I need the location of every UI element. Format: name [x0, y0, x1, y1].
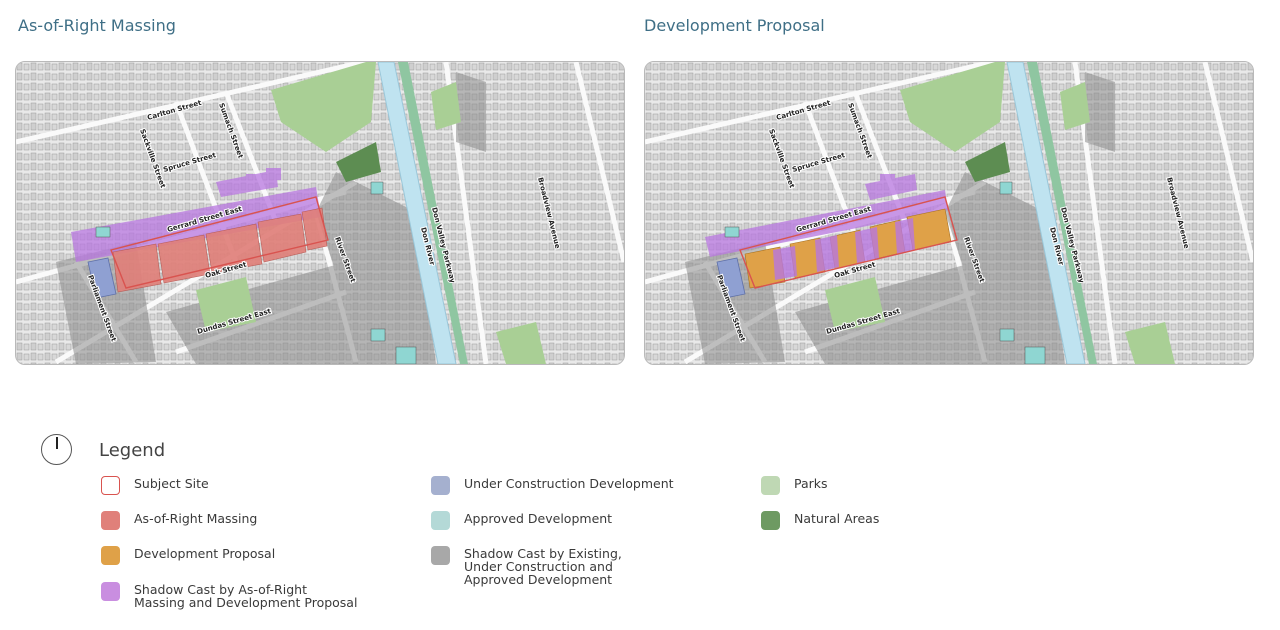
- legend-item-under-construction: Under Construction Development: [431, 476, 674, 495]
- north-arrow-icon: [41, 434, 72, 465]
- as-of-right-swatch-icon: [101, 511, 120, 530]
- panel-title-as-of-right: As-of-Right Massing: [18, 16, 176, 35]
- legend-item-natural-areas: Natural Areas: [761, 511, 879, 530]
- natural-areas-swatch-icon: [761, 511, 780, 530]
- legend-item-subject-site: Subject Site: [101, 476, 209, 495]
- map-development-proposal: Carlton Street Sackville Street Sumach S…: [644, 61, 1254, 365]
- subject-site-swatch-icon: [101, 476, 120, 495]
- legend-item-approved: Approved Development: [431, 511, 612, 530]
- under-construction-swatch-icon: [431, 476, 450, 495]
- legend-item-development-proposal: Development Proposal: [101, 546, 275, 565]
- legend-item-shadow-existing: Shadow Cast by Existing, Under Construct…: [431, 546, 661, 586]
- legend-item-shadow-proposal: Shadow Cast by As-of-Right Massing and D…: [101, 582, 361, 609]
- legend-title: Legend: [99, 440, 166, 461]
- development-proposal-swatch-icon: [101, 546, 120, 565]
- legend-item-as-of-right: As-of-Right Massing: [101, 511, 257, 530]
- purple-shadow-swatch-icon: [101, 582, 120, 601]
- map-as-of-right: Carlton Street Sackville Street Sumach S…: [15, 61, 625, 365]
- approved-swatch-icon: [431, 511, 450, 530]
- legend-item-parks: Parks: [761, 476, 828, 495]
- grey-shadow-swatch-icon: [431, 546, 450, 565]
- panel-title-development-proposal: Development Proposal: [644, 16, 825, 35]
- parks-swatch-icon: [761, 476, 780, 495]
